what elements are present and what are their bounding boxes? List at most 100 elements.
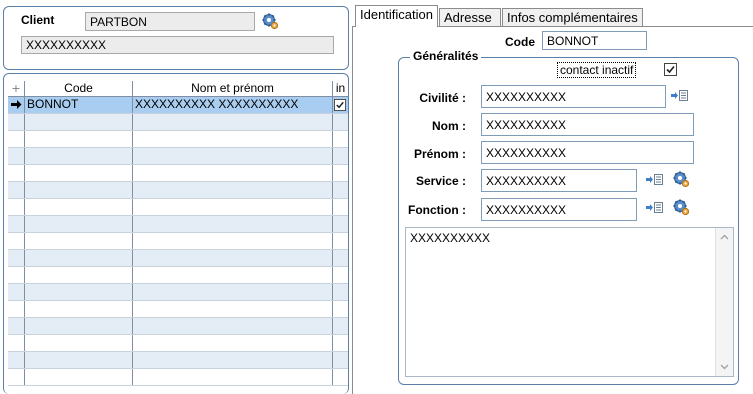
table-row[interactable] [8,369,348,386]
notes-text: XXXXXXXXXX [410,231,491,245]
gear-icon[interactable] [673,199,690,216]
table-row[interactable] [8,301,348,318]
table-cell [133,165,333,181]
table-cell [133,148,333,164]
table-row[interactable] [8,335,348,352]
client-name-field: XXXXXXXXXX [21,36,334,54]
client-panel: Client PARTBON XXXXXXXXXX [3,6,349,70]
link-list-icon[interactable] [670,89,689,102]
table-row[interactable]: BONNOT XXXXXXXXXX XXXXXXXXXX [8,97,348,114]
table-cell [333,335,348,351]
table-cell [8,131,25,147]
table-row[interactable] [8,216,348,233]
table-cell [333,148,348,164]
table-row[interactable] [8,233,348,250]
column-header-code[interactable]: Code [25,81,133,97]
table-cell [333,250,348,266]
fonction-field[interactable]: XXXXXXXXXX [481,198,637,221]
column-header-inactive[interactable]: in [333,81,348,97]
contact-table: + Code Nom et prénom in BONNOT XXXXXXXXX… [8,81,348,386]
gear-icon[interactable] [262,13,279,30]
tab-infos-complementaires[interactable]: Infos complémentaires [502,8,643,26]
cell-code: BONNOT [25,97,133,113]
civilite-field[interactable]: XXXXXXXXXX [481,85,666,108]
link-list-icon[interactable] [645,173,664,186]
table-cell [133,131,333,147]
table-row[interactable] [8,352,348,369]
service-label: Service : [415,174,466,188]
column-header-name[interactable]: Nom et prénom [133,81,333,97]
table-cell [8,216,25,232]
table-cell [133,114,333,130]
table-cell [333,267,348,283]
table-row[interactable] [8,284,348,301]
gear-icon[interactable] [673,171,690,188]
tab-adresse[interactable]: Adresse [439,8,501,26]
link-list-icon[interactable] [645,201,664,214]
nom-field[interactable]: XXXXXXXXXX [481,113,694,136]
table-row[interactable] [8,165,348,182]
table-cell [333,182,348,198]
cell-inactive-checkbox[interactable] [333,97,348,113]
table-row[interactable] [8,267,348,284]
table-cell [133,199,333,215]
table-cell [333,318,348,334]
table-cell [8,233,25,249]
table-cell [333,352,348,368]
table-cell [8,335,25,351]
table-cell [8,352,25,368]
table-row[interactable] [8,199,348,216]
contact-list-panel: + Code Nom et prénom in BONNOT XXXXXXXXX… [3,73,349,394]
table-row[interactable] [8,250,348,267]
table-cell [333,233,348,249]
client-code-field[interactable]: PARTBON [85,12,255,31]
table-cell [8,284,25,300]
table-cell [133,250,333,266]
notes-scrollbar[interactable] [715,228,733,376]
table-cell [133,233,333,249]
table-cell [25,165,133,181]
table-cell [133,284,333,300]
table-cell [8,267,25,283]
table-row[interactable] [8,318,348,335]
table-cell [25,335,133,351]
table-cell [333,165,348,181]
tab-identification[interactable]: Identification [355,5,438,27]
code-field[interactable]: BONNOT [542,31,647,50]
nom-label: Nom : [432,119,466,133]
add-row-button[interactable]: + [8,81,25,97]
table-cell [333,216,348,232]
code-label: Code [505,35,535,49]
table-row[interactable] [8,131,348,148]
table-cell [133,369,333,385]
table-cell [333,284,348,300]
table-header: + Code Nom et prénom in [8,81,348,97]
table-cell [25,114,133,130]
table-row[interactable] [8,148,348,165]
inactive-checkbox-label[interactable]: contact inactif [557,62,637,78]
table-cell [133,182,333,198]
table-cell [133,216,333,232]
table-row[interactable] [8,182,348,199]
table-cell [25,199,133,215]
inactive-checkbox[interactable] [664,63,677,76]
cell-name: XXXXXXXXXX XXXXXXXXXX [133,97,333,113]
table-row[interactable] [8,114,348,131]
table-cell [25,216,133,232]
civilite-label: Civilité : [419,91,466,105]
table-cell [8,114,25,130]
prenom-label: Prénom : [413,147,466,161]
prenom-field[interactable]: XXXXXXXXXX [481,141,694,164]
table-cell [8,182,25,198]
service-field[interactable]: XXXXXXXXXX [481,169,637,192]
row-pointer-icon [8,97,25,113]
table-cell [333,114,348,130]
table-cell [25,369,133,385]
table-cell [8,250,25,266]
fonction-label: Fonction : [408,203,466,217]
table-cell [333,131,348,147]
client-label: Client [21,13,55,27]
table-cell [8,165,25,181]
table-cell [25,148,133,164]
notes-textarea[interactable]: XXXXXXXXXX [405,227,734,377]
